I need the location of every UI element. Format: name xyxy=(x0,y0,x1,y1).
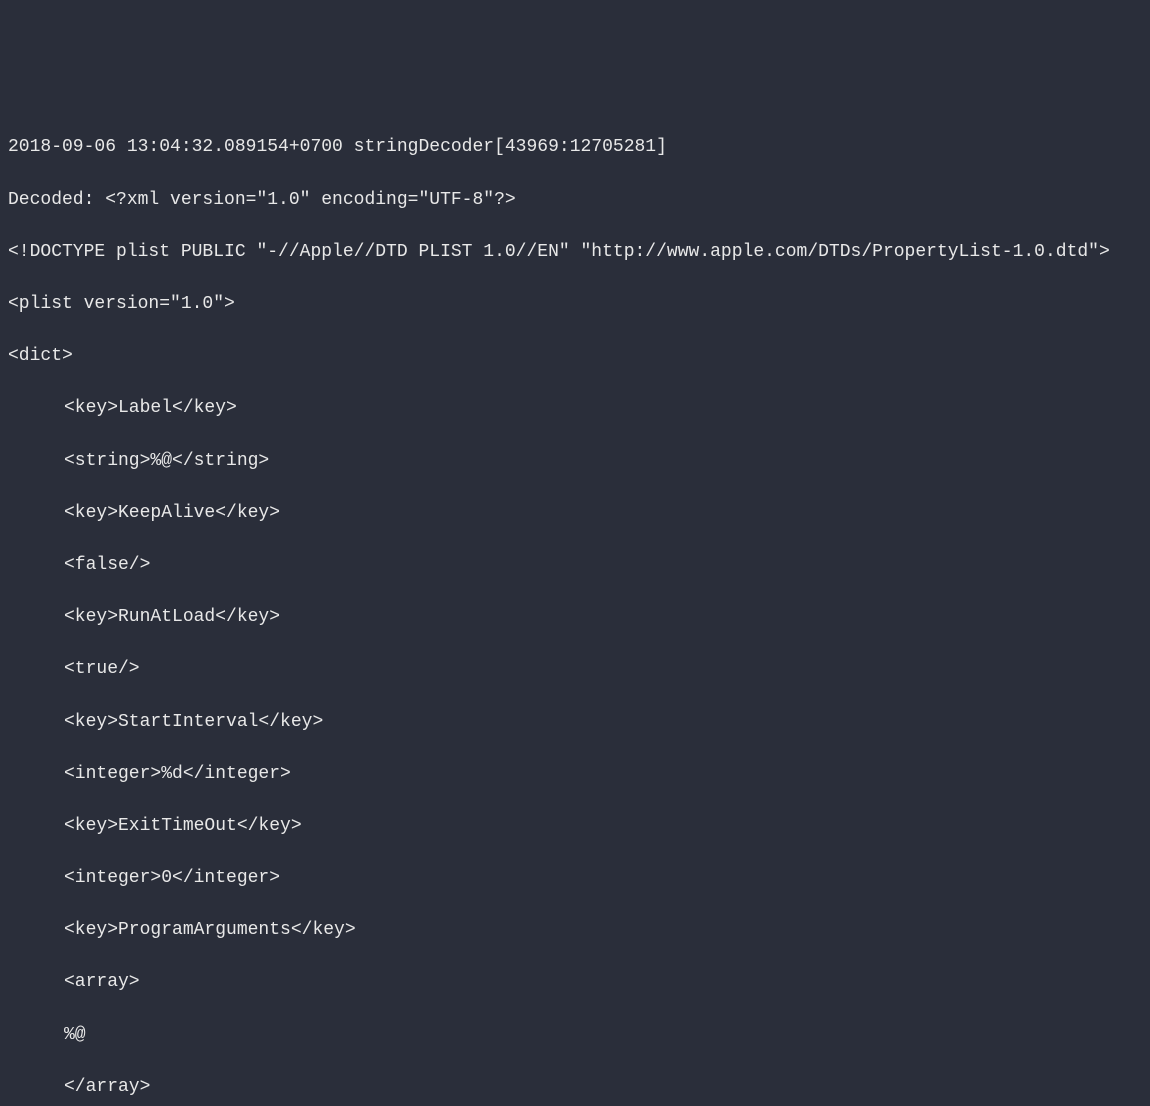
log-line: <key>ProgramArguments</key> xyxy=(8,917,1142,943)
log-line: <string>%@</string> xyxy=(8,448,1142,474)
log-line: <integer>0</integer> xyxy=(8,865,1142,891)
log-line: 2018-09-06 13:04:32.089154+0700 stringDe… xyxy=(8,134,1142,160)
log-line: %@ xyxy=(8,1022,1142,1048)
log-line: <key>Label</key> xyxy=(8,395,1142,421)
log-line: <false/> xyxy=(8,552,1142,578)
log-line: <key>StartInterval</key> xyxy=(8,709,1142,735)
console-output: 2018-09-06 13:04:32.089154+0700 stringDe… xyxy=(8,108,1142,1106)
log-line: <key>RunAtLoad</key> xyxy=(8,604,1142,630)
log-line: <key>ExitTimeOut</key> xyxy=(8,813,1142,839)
log-line: <integer>%d</integer> xyxy=(8,761,1142,787)
log-line: <key>KeepAlive</key> xyxy=(8,500,1142,526)
log-line: <array> xyxy=(8,969,1142,995)
log-line: <true/> xyxy=(8,656,1142,682)
log-line: <dict> xyxy=(8,343,1142,369)
log-line: <!DOCTYPE plist PUBLIC "-//Apple//DTD PL… xyxy=(8,239,1142,265)
log-line: Decoded: <?xml version="1.0" encoding="U… xyxy=(8,187,1142,213)
log-line: </array> xyxy=(8,1074,1142,1100)
log-line: <plist version="1.0"> xyxy=(8,291,1142,317)
